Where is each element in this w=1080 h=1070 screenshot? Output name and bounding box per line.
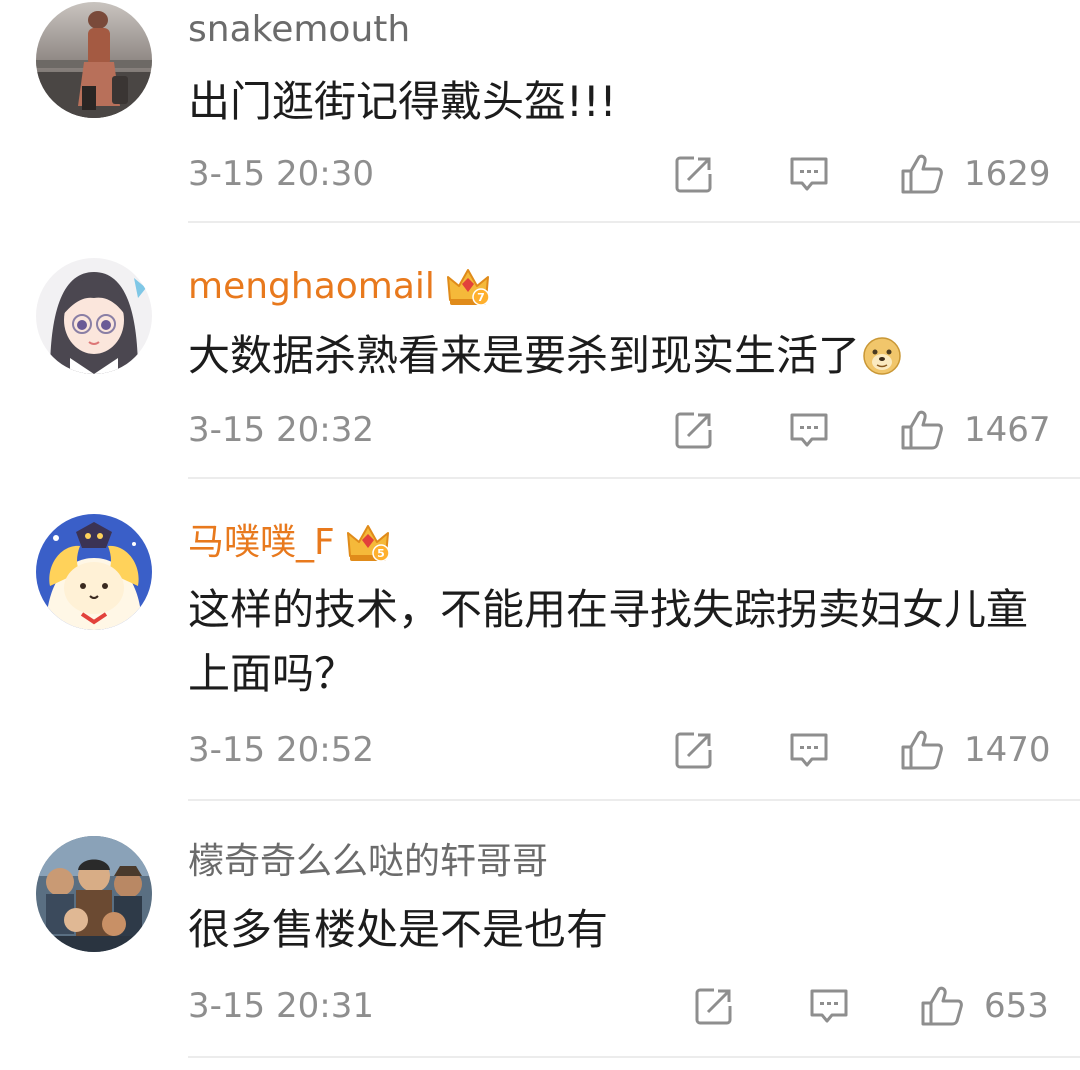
repost-icon xyxy=(695,988,732,1025)
comment-item: menghaomail 7 大数据杀熟看来是要杀到现实生活了 3-15 20:3… xyxy=(0,222,1080,478)
repost-icon xyxy=(675,412,712,449)
thumbs-up-icon xyxy=(901,730,943,770)
comment-icon xyxy=(790,157,828,191)
repost-button[interactable] xyxy=(674,154,714,194)
doge-emoji-icon xyxy=(863,337,901,375)
username[interactable]: 檬奇奇么么哒的轩哥哥 xyxy=(188,840,548,884)
like-button[interactable]: 653 xyxy=(920,986,1049,1026)
username-text[interactable]: 檬奇奇么么哒的轩哥哥 xyxy=(188,840,548,884)
comment-text: 大数据杀熟看来是要杀到现实生活了 xyxy=(188,324,1044,388)
vip-level: 5 xyxy=(377,547,385,560)
comment-text-content: 很多售楼处是不是也有 xyxy=(188,905,609,954)
comment-item: 马噗噗_F 5 这样的技术，不能用在寻找失踪拐卖妇女儿童上面吗？ 3-15 20… xyxy=(0,478,1080,800)
vip-crown-icon[interactable]: 5 xyxy=(345,520,391,566)
like-count: 1629 xyxy=(964,154,1051,194)
comment-icon xyxy=(810,989,848,1023)
like-button[interactable]: 1470 xyxy=(900,730,1051,770)
comment-item: 檬奇奇么么哒的轩哥哥 很多售楼处是不是也有 3-15 20:31 653 xyxy=(0,800,1080,1056)
repost-icon xyxy=(675,156,712,193)
comment-meta: 3-15 20:31 653 xyxy=(188,982,1049,1030)
avatar[interactable] xyxy=(36,258,152,374)
divider xyxy=(188,1056,1080,1058)
reply-button[interactable] xyxy=(788,730,830,770)
repost-button[interactable] xyxy=(674,410,714,450)
comment-time: 3-15 20:32 xyxy=(188,410,374,450)
comment-text-content: 大数据杀熟看来是要杀到现实生活了 xyxy=(188,331,861,380)
thumbs-up-icon xyxy=(921,986,963,1026)
username[interactable]: 马噗噗_F 5 xyxy=(188,520,391,566)
thumbs-up-icon xyxy=(901,154,943,194)
like-count: 1470 xyxy=(964,730,1051,770)
comment-text: 很多售楼处是不是也有 xyxy=(188,898,1044,962)
user-avatar-photo-icon xyxy=(36,2,152,118)
group-avatar-icon xyxy=(36,836,152,952)
vip-crown-icon[interactable]: 7 xyxy=(445,264,491,310)
comment-text: 这样的技术，不能用在寻找失踪拐卖妇女儿童上面吗？ xyxy=(188,578,1044,706)
username-text[interactable]: snakemouth xyxy=(188,8,410,52)
avatar[interactable] xyxy=(36,2,152,118)
reply-button[interactable] xyxy=(788,410,830,450)
avatar[interactable] xyxy=(36,514,152,630)
like-count: 1467 xyxy=(964,410,1051,450)
vip-level: 7 xyxy=(477,291,485,304)
comment-meta: 3-15 20:52 1470 xyxy=(188,726,1051,774)
comment-meta: 3-15 20:32 1467 xyxy=(188,406,1051,454)
like-button[interactable]: 1467 xyxy=(900,410,1051,450)
comment-time: 3-15 20:30 xyxy=(188,154,374,194)
username-text[interactable]: menghaomail xyxy=(188,265,435,309)
reply-button[interactable] xyxy=(808,986,850,1026)
avatar[interactable] xyxy=(36,836,152,952)
like-count: 653 xyxy=(984,986,1049,1026)
comment-time: 3-15 20:52 xyxy=(188,730,374,770)
comment-text: 出门逛街记得戴头盔!!! xyxy=(188,70,1044,134)
comment-icon xyxy=(790,413,828,447)
username-text[interactable]: 马噗噗_F xyxy=(188,521,335,565)
comment-item: snakemouth 出门逛街记得戴头盔!!! 3-15 20:30 1629 xyxy=(0,0,1080,222)
thumbs-up-icon xyxy=(901,410,943,450)
comment-icon xyxy=(790,733,828,767)
anime-girl-avatar-icon xyxy=(36,258,152,374)
cartoon-avatar-icon xyxy=(36,514,152,630)
reply-button[interactable] xyxy=(788,154,830,194)
username[interactable]: menghaomail 7 xyxy=(188,264,491,310)
repost-button[interactable] xyxy=(674,730,714,770)
repost-icon xyxy=(675,732,712,769)
comment-text-content: 出门逛街记得戴头盔!!! xyxy=(188,77,617,126)
comment-meta: 3-15 20:30 1629 xyxy=(188,150,1051,198)
comment-time: 3-15 20:31 xyxy=(188,986,374,1026)
like-button[interactable]: 1629 xyxy=(900,154,1051,194)
comment-text-content: 这样的技术，不能用在寻找失踪拐卖妇女儿童上面吗？ xyxy=(188,585,1029,698)
repost-button[interactable] xyxy=(694,986,734,1026)
username[interactable]: snakemouth xyxy=(188,8,410,52)
